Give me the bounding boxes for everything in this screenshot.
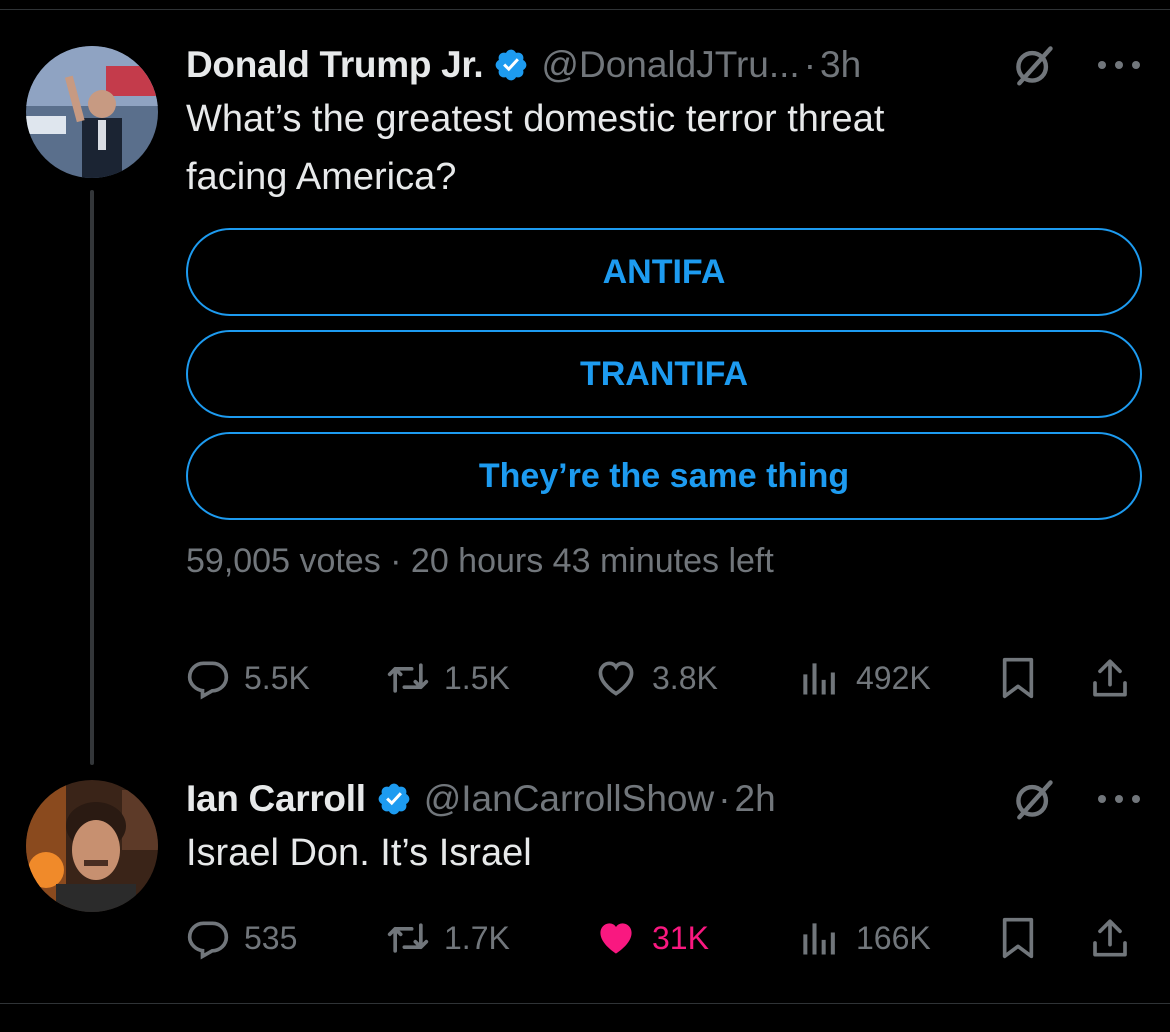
repost-count: 1.5K: [444, 659, 510, 696]
bookmark-icon[interactable]: [998, 916, 1038, 960]
tweet-text-line: What’s the greatest domestic terror thre…: [186, 98, 885, 140]
tweet-2-text: Israel Don. It’s Israel: [186, 824, 1142, 882]
like-button[interactable]: 31K: [594, 916, 709, 960]
tweet-1-text: What’s the greatest domestic terror thre…: [186, 90, 1142, 206]
share-icon[interactable]: [1090, 656, 1130, 700]
author-handle[interactable]: @DonaldJTru...: [541, 44, 799, 86]
separator-dot: ·: [718, 778, 731, 819]
tweet-2-header: Ian Carroll @IanCarrollShow · 2h: [186, 774, 1142, 824]
repost-icon: [386, 656, 430, 700]
bottom-divider: [0, 1003, 1170, 1004]
avatar-ian-carroll[interactable]: [26, 780, 158, 912]
tweet-1-header: Donald Trump Jr. @DonaldJTru... · 3h: [186, 40, 1142, 90]
poll-option-trantifa[interactable]: TRANTIFA: [186, 330, 1142, 418]
views-button[interactable]: 492K: [798, 656, 931, 700]
poll-option-same-thing[interactable]: They’re the same thing: [186, 432, 1142, 520]
views-button[interactable]: 166K: [798, 916, 931, 960]
avatar-donald-trump-jr[interactable]: [26, 46, 158, 178]
tweet-2-actions: 535 1.7K 31K 166K: [186, 908, 1146, 968]
like-count: 31K: [652, 919, 709, 956]
tweet-2[interactable]: Ian Carroll @IanCarrollShow · 2h Israel …: [186, 774, 1142, 882]
tweet-1[interactable]: Donald Trump Jr. @DonaldJTru... · 3h Wha…: [186, 40, 1142, 581]
like-icon: [594, 656, 638, 700]
more-icon[interactable]: [1096, 793, 1142, 805]
reply-count: 5.5K: [244, 659, 310, 696]
like-count: 3.8K: [652, 659, 718, 696]
share-icon[interactable]: [1090, 916, 1130, 960]
verified-badge-icon: [493, 47, 529, 83]
grok-icon[interactable]: [1012, 777, 1056, 821]
more-icon[interactable]: [1096, 59, 1142, 71]
reply-icon: [186, 916, 230, 960]
views-count: 492K: [856, 659, 931, 696]
separator-dot: ·: [803, 44, 817, 85]
reply-count: 535: [244, 919, 298, 956]
poll-option-antifa[interactable]: ANTIFA: [186, 228, 1142, 316]
poll-meta: 59,005 votes · 20 hours 43 minutes left: [186, 542, 774, 580]
reply-button[interactable]: 5.5K: [186, 656, 310, 700]
views-icon: [798, 656, 842, 700]
top-divider: [0, 9, 1170, 10]
like-button[interactable]: 3.8K: [594, 656, 718, 700]
poll: ANTIFA TRANTIFA They’re the same thing 5…: [186, 228, 1142, 581]
repost-icon: [386, 916, 430, 960]
repost-button[interactable]: 1.5K: [386, 656, 510, 700]
timestamp[interactable]: 3h: [820, 44, 861, 86]
reply-icon: [186, 656, 230, 700]
bookmark-icon[interactable]: [998, 656, 1038, 700]
author-name[interactable]: Ian Carroll: [186, 778, 366, 820]
author-name[interactable]: Donald Trump Jr.: [186, 44, 484, 86]
repost-button[interactable]: 1.7K: [386, 916, 510, 960]
author-handle[interactable]: @IanCarrollShow: [424, 778, 715, 820]
tweet-text-line: Israel Don. It’s Israel: [186, 832, 532, 874]
views-icon: [798, 916, 842, 960]
thread-connector-line: [90, 190, 94, 765]
reply-button[interactable]: 535: [186, 916, 297, 960]
tweet-1-actions: 5.5K 1.5K 3.8K 492K: [186, 648, 1146, 708]
grok-icon[interactable]: [1012, 43, 1056, 87]
timestamp[interactable]: 2h: [735, 778, 776, 820]
repost-count: 1.7K: [444, 919, 510, 956]
tweet-text-line: facing America?: [186, 156, 457, 198]
views-count: 166K: [856, 919, 931, 956]
like-icon: [594, 916, 638, 960]
verified-badge-icon: [376, 781, 412, 817]
